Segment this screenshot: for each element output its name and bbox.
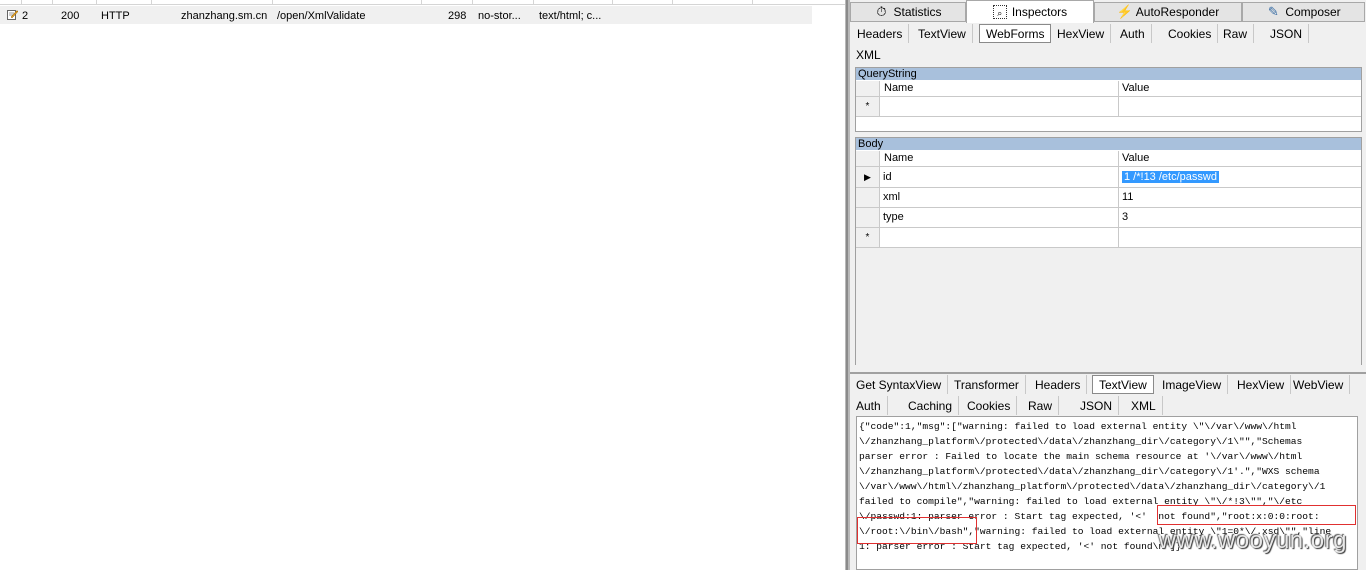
session-host: zhanzhang.sm.cn: [181, 10, 268, 22]
body-row-value[interactable]: 11: [1119, 188, 1133, 207]
session-list-header: [0, 0, 845, 5]
resp-tab-transformer[interactable]: Transformer: [948, 375, 1026, 394]
session-url: /open/XmlValidate: [277, 10, 366, 22]
body-title: Body: [856, 138, 1361, 150]
resp-tab-textview[interactable]: TextView: [1092, 375, 1154, 394]
body-col-name: Name: [884, 152, 914, 164]
compose-icon: ✎: [1267, 4, 1279, 19]
row-pointer-icon: ▶: [856, 167, 880, 188]
req-tab-cookies[interactable]: Cookies: [1162, 24, 1219, 43]
tab-statistics[interactable]: ⏱ Statistics: [850, 2, 966, 22]
resp-tab-imageview[interactable]: ImageView: [1156, 375, 1229, 394]
highlight-box: [1157, 505, 1356, 525]
body-col-value: Value: [1122, 152, 1150, 164]
lightning-icon: ⚡: [1116, 4, 1133, 19]
session-protocol: HTTP: [101, 10, 130, 22]
session-result: 200: [61, 10, 80, 22]
session-id: 2: [22, 10, 29, 22]
watermark: www.wooyun.org: [1158, 527, 1347, 554]
session-list: 2 200 HTTP zhanzhang.sm.cn /open/XmlVali…: [0, 0, 845, 570]
req-tab-json[interactable]: JSON: [1264, 24, 1310, 43]
resp-tab-auth[interactable]: Auth: [850, 396, 888, 415]
session-body-size: 298: [448, 10, 467, 22]
querystring-col-name: Name: [884, 82, 914, 94]
request-inspector-tabs: Headers TextView WebForms HexView Auth C…: [850, 24, 1366, 64]
resp-tab-webview[interactable]: WebView: [1287, 375, 1351, 394]
req-tab-webforms[interactable]: WebForms: [979, 24, 1052, 43]
response-textview[interactable]: {"code":1,"msg":["warning: failed to loa…: [856, 416, 1358, 570]
session-caching: no-stor...: [478, 10, 521, 22]
req-tab-hexview[interactable]: HexView: [1051, 24, 1112, 43]
body-section: Body Name Value ▶ id 1 /*!13 /etc/passwd…: [855, 137, 1362, 365]
querystring-grid: Name Value *: [856, 81, 1361, 131]
querystring-title: QueryString: [856, 68, 1361, 80]
magnifier-icon: ⌕: [992, 5, 1007, 19]
resp-tab-json[interactable]: JSON: [1074, 396, 1120, 415]
session-row[interactable]: 2 200 HTTP zhanzhang.sm.cn /open/XmlVali…: [0, 6, 812, 24]
tab-inspectors[interactable]: ⌕ Inspectors: [966, 0, 1094, 23]
new-row-marker: *: [856, 228, 880, 248]
req-tab-auth[interactable]: Auth: [1114, 24, 1152, 43]
resp-tab-hexview[interactable]: HexView: [1231, 375, 1292, 394]
response-inspector-tabs: Get SyntaxView Transformer Headers TextV…: [850, 372, 1366, 415]
body-row-name[interactable]: type: [880, 208, 904, 227]
session-content-type: text/html; c...: [539, 10, 602, 22]
req-tab-textview[interactable]: TextView: [912, 24, 973, 43]
querystring-col-value: Value: [1122, 82, 1150, 94]
resp-tab-headers[interactable]: Headers: [1029, 375, 1088, 394]
body-grid: Name Value ▶ id 1 /*!13 /etc/passwd xml …: [856, 151, 1361, 365]
body-row[interactable]: xml 11: [880, 188, 1361, 208]
querystring-section: QueryString Name Value *: [855, 67, 1362, 132]
body-new-row[interactable]: [880, 228, 1361, 248]
body-row-name[interactable]: id: [880, 168, 892, 187]
body-row-value[interactable]: 1 /*!13 /etc/passwd: [1119, 168, 1219, 187]
tab-composer[interactable]: ✎ Composer: [1242, 2, 1365, 22]
resp-tab-get-syntaxview[interactable]: Get SyntaxView: [850, 375, 949, 394]
stopwatch-icon: ⏱: [876, 4, 887, 19]
req-tab-headers[interactable]: Headers: [851, 24, 910, 43]
body-row[interactable]: type 3: [880, 208, 1361, 228]
inspector-pane: ⏱ Statistics ⌕ Inspectors ⚡ AutoResponder ✎…: [850, 0, 1366, 570]
resp-tab-cookies[interactable]: Cookies: [961, 396, 1018, 415]
resp-tab-caching[interactable]: Caching: [902, 396, 960, 415]
req-tab-raw[interactable]: Raw: [1217, 24, 1255, 43]
body-row-name[interactable]: xml: [880, 188, 900, 207]
tab-autoresponder[interactable]: ⚡ AutoResponder: [1094, 2, 1242, 22]
resp-tab-xml[interactable]: XML: [1125, 396, 1163, 415]
edit-request-icon: [7, 10, 18, 20]
querystring-new-row[interactable]: [880, 97, 1361, 117]
resp-tab-raw[interactable]: Raw: [1022, 396, 1060, 415]
req-tab-xml[interactable]: XML: [850, 45, 887, 64]
new-row-marker: *: [856, 97, 880, 117]
main-tabs: ⏱ Statistics ⌕ Inspectors ⚡ AutoResponder ✎…: [850, 0, 1366, 24]
body-row-value[interactable]: 3: [1119, 208, 1128, 227]
body-row[interactable]: id 1 /*!13 /etc/passwd: [880, 167, 1361, 188]
highlight-box: [857, 517, 977, 544]
